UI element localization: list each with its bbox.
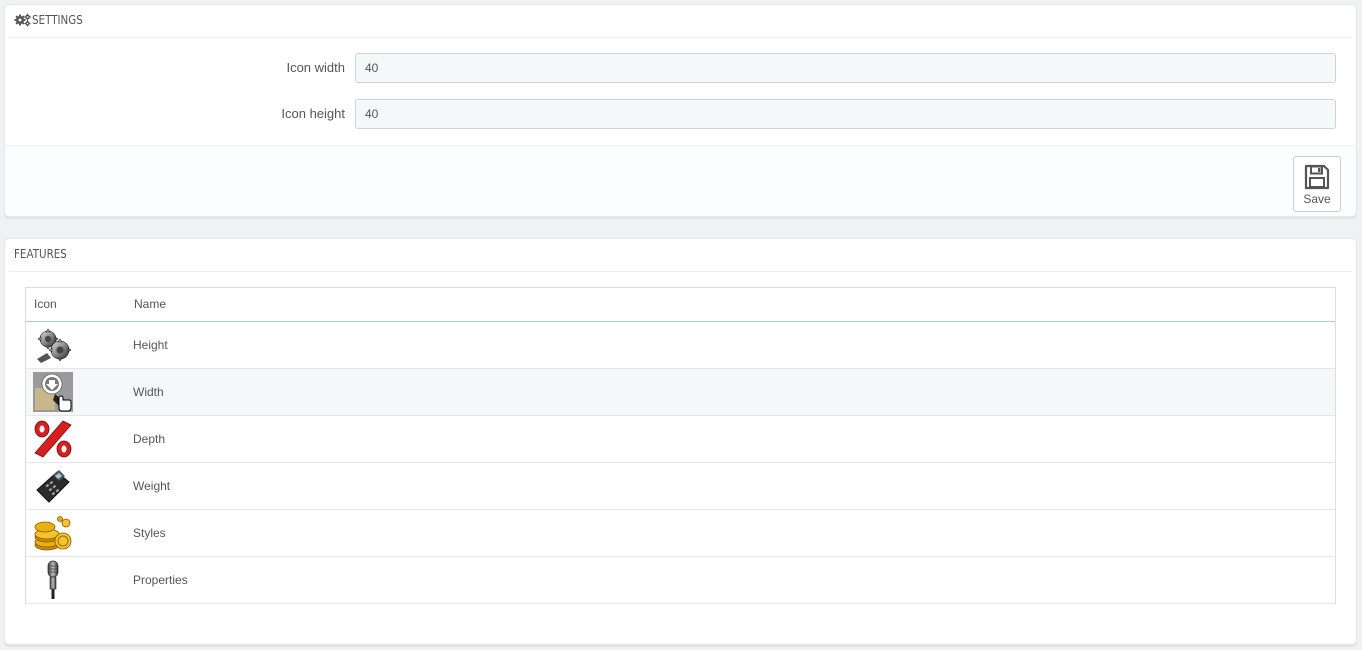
features-panel: FEATURES Icon Name Height Width Depth We… <box>4 238 1357 645</box>
settings-panel: SETTINGS Icon width 40 Icon height 40 Sa… <box>4 4 1357 217</box>
icon-width-input[interactable]: 40 <box>355 53 1336 83</box>
settings-footer: Save <box>5 145 1356 216</box>
gears-icon <box>37 328 72 363</box>
row-name: Width <box>133 385 164 399</box>
microphone-icon <box>47 560 59 599</box>
icon-height-label: Icon height <box>281 106 345 121</box>
download-hand-icon <box>33 372 73 412</box>
icon-width-row: Icon width 40 <box>5 53 1356 83</box>
column-header-icon: Icon <box>34 297 57 311</box>
percent-icon <box>34 420 72 458</box>
card-terminal-icon <box>36 470 70 503</box>
save-button[interactable]: Save <box>1293 156 1341 212</box>
coins-icon <box>34 516 72 551</box>
features-heading-text: FEATURES <box>14 247 67 261</box>
table-row[interactable]: Weight <box>26 463 1335 510</box>
row-name: Styles <box>133 526 166 540</box>
row-name: Weight <box>133 479 171 493</box>
features-table: Icon Name Height Width Depth Weight Styl… <box>25 287 1336 604</box>
features-heading: FEATURES <box>9 239 1352 272</box>
settings-heading-text: SETTINGS <box>32 13 83 27</box>
row-name: Depth <box>133 432 166 446</box>
settings-heading: SETTINGS <box>9 5 1352 38</box>
table-header: Icon Name <box>26 288 1335 322</box>
icon-height-input[interactable]: 40 <box>355 99 1336 129</box>
row-name: Height <box>133 338 168 352</box>
icon-width-label: Icon width <box>286 60 345 75</box>
save-label: Save <box>1303 192 1331 206</box>
table-row[interactable]: Height <box>26 322 1335 369</box>
icon-height-row: Icon height 40 <box>5 99 1356 129</box>
floppy-disk-icon <box>1304 164 1330 190</box>
table-row[interactable]: Properties <box>26 557 1335 604</box>
table-row[interactable]: Depth <box>26 416 1335 463</box>
table-row[interactable]: Width <box>26 369 1335 416</box>
cogs-icon <box>14 13 31 26</box>
column-header-name[interactable]: Name <box>134 288 166 321</box>
row-name: Properties <box>133 573 188 587</box>
table-row[interactable]: Styles <box>26 510 1335 557</box>
